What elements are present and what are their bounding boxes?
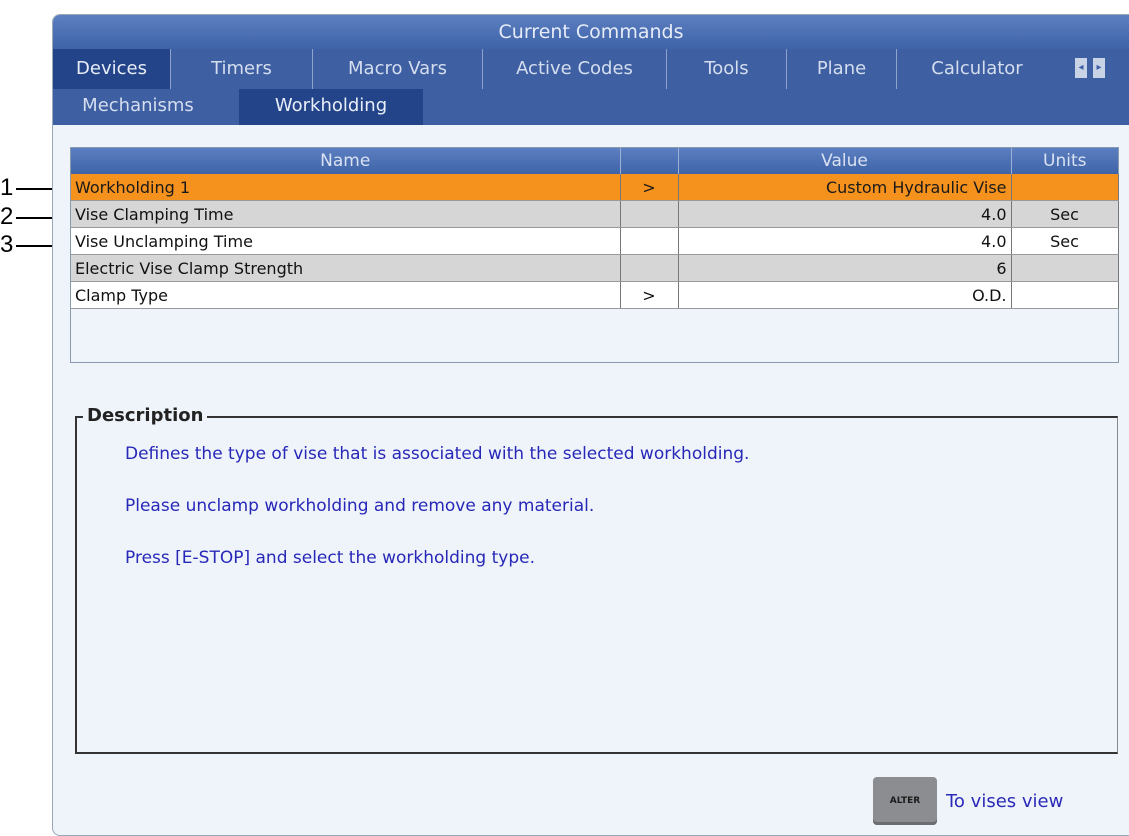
tab-mechanisms[interactable]: Mechanisms [53,89,223,125]
row-name: Electric Vise Clamp Strength [71,254,621,282]
tab-devices[interactable]: Devices [53,49,171,89]
column-header-value: Value [678,148,1012,174]
description-line-2: Please unclamp workholding and remove an… [125,496,595,516]
row-arrow [620,200,679,228]
tab-tools[interactable]: Tools [667,49,787,89]
column-header-name: Name [71,148,621,174]
description-title: Description [83,405,208,426]
row-units [1011,281,1119,309]
table-row-workholding-1[interactable]: Workholding 1 > Custom Hydraulic Vise [71,174,1119,201]
callout-3: 3 [0,231,14,258]
current-commands-panel: Current Commands Devices Timers Macro Va… [52,14,1129,836]
row-value: 6 [678,254,1012,282]
table-row-vise-unclamping-time[interactable]: Vise Unclamping Time 4.0 Sec [71,227,1119,255]
row-name: Vise Clamping Time [71,200,621,228]
description-box: Description Defines the type of vise tha… [75,405,1118,754]
window-title: Current Commands [53,15,1129,49]
column-header-units: Units [1011,148,1118,174]
row-units [1011,254,1119,282]
callout-1: 1 [0,174,14,201]
row-name: Workholding 1 [71,174,621,201]
row-name: Clamp Type [71,281,621,309]
row-value: O.D. [678,281,1012,309]
callout-2: 2 [0,203,14,230]
tab-plane[interactable]: Plane [787,49,897,89]
workholding-table: Name Value Units Workholding 1 > Custom … [70,147,1119,363]
row-value: Custom Hydraulic Vise [678,174,1012,201]
row-arrow: > [620,281,679,309]
row-units [1011,174,1119,201]
sub-tabs: Mechanisms Workholding [53,89,1129,129]
alter-key-icon[interactable]: ALTER [873,777,937,825]
row-units: Sec [1011,200,1119,228]
tab-scroll-left-icon[interactable]: ◂ [1075,58,1087,78]
tab-workholding[interactable]: Workholding [239,89,423,125]
tab-calculator[interactable]: Calculator [897,49,1057,89]
main-tabs: Devices Timers Macro Vars Active Codes T… [53,49,1129,89]
row-arrow [620,227,679,255]
column-header-arrow [620,148,679,174]
table-row-vise-clamping-time[interactable]: Vise Clamping Time 4.0 Sec [71,200,1119,228]
table-row-electric-vise-clamp-strength[interactable]: Electric Vise Clamp Strength 6 [71,254,1119,282]
description-line-3: Press [E-STOP] and select the workholdin… [125,548,536,568]
description-line-1: Defines the type of vise that is associa… [125,444,750,464]
row-value: 4.0 [678,227,1012,255]
row-arrow: > [620,174,679,201]
tab-macro-vars[interactable]: Macro Vars [313,49,483,89]
row-value: 4.0 [678,200,1012,228]
row-name: Vise Unclamping Time [71,227,621,255]
tab-scroll-right-icon[interactable]: ▸ [1093,58,1105,78]
to-vises-view-label: To vises view [946,791,1064,812]
tab-active-codes[interactable]: Active Codes [483,49,667,89]
row-arrow [620,254,679,282]
row-units: Sec [1011,227,1119,255]
table-row-clamp-type[interactable]: Clamp Type > O.D. [71,281,1119,309]
tab-timers[interactable]: Timers [171,49,313,89]
